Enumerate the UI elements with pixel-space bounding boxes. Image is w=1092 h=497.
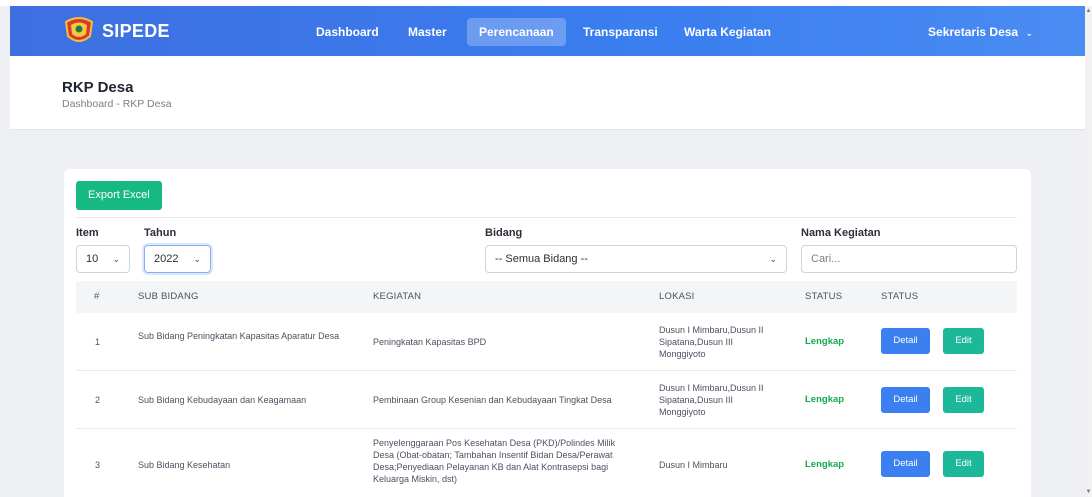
chevron-down-icon: ⌄ xyxy=(769,254,777,264)
row-sub-bidang: Sub Bidang Kesehatan xyxy=(138,460,231,470)
page-header: RKP Desa Dashboard - RKP Desa xyxy=(10,56,1085,130)
vertical-scrollbar[interactable]: ▲ ▼ xyxy=(1085,6,1092,497)
bidang-label: Bidang xyxy=(485,227,523,239)
row-number: 2 xyxy=(95,395,101,405)
nav-dashboard[interactable]: Dashboard xyxy=(304,18,391,46)
brand[interactable]: SIPEDE xyxy=(62,16,170,46)
nav-master[interactable]: Master xyxy=(396,18,459,46)
row-sub-bidang: Sub Bidang Peningkatan Kapasitas Aparatu… xyxy=(138,331,340,341)
search-input[interactable]: Cari... xyxy=(801,245,1017,273)
brand-name: SIPEDE xyxy=(102,20,170,41)
edit-button[interactable]: Edit xyxy=(943,328,984,354)
detail-button[interactable]: Detail xyxy=(881,451,930,477)
export-excel-button[interactable]: Export Excel xyxy=(76,181,162,210)
detail-button[interactable]: Detail xyxy=(881,387,930,413)
status-badge: Lengkap xyxy=(805,336,845,347)
row-number: 1 xyxy=(95,337,101,347)
detail-button[interactable]: Detail xyxy=(881,328,930,354)
bidang-select[interactable]: -- Semua Bidang -- ⌄ xyxy=(485,245,787,273)
table-row: 3 Sub Bidang Kesehatan Penyelenggaraan P… xyxy=(76,429,1017,497)
tahun-label: Tahun xyxy=(144,227,177,239)
table-header: # SUB BIDANG KEGIATAN LOKASI STATUS STAT… xyxy=(76,281,1017,313)
row-lokasi: Dusun I Mimbaru xyxy=(659,460,728,470)
col-kegiatan: KEGIATAN xyxy=(373,291,422,302)
chevron-down-icon: ⌄ xyxy=(1025,28,1033,38)
table-row: 1 Sub Bidang Peningkatan Kapasitas Apara… xyxy=(76,313,1017,371)
emblem-icon xyxy=(62,16,96,46)
row-kegiatan: Pembinaan Group Kesenian dan Kebudayaan … xyxy=(373,395,612,405)
status-badge: Lengkap xyxy=(805,459,845,470)
nav-transparansi[interactable]: Transparansi xyxy=(571,18,670,46)
chevron-down-icon: ⌄ xyxy=(112,254,120,264)
content-card: Export Excel Item 10 ⌄ Tahun 2022 ⌄ Bida… xyxy=(64,169,1031,497)
row-lokasi: Dusun I Mimbaru,Dusun II Sipatana,Dusun … xyxy=(659,383,764,417)
status-badge: Lengkap xyxy=(805,394,845,405)
chevron-down-icon: ⌄ xyxy=(193,254,201,264)
row-lokasi: Dusun I Mimbaru,Dusun II Sipatana,Dusun … xyxy=(659,325,764,359)
col-number: # xyxy=(94,291,100,302)
scroll-down-icon[interactable]: ▼ xyxy=(1085,489,1092,495)
tahun-select[interactable]: 2022 ⌄ xyxy=(144,245,211,273)
page-title: RKP Desa xyxy=(62,79,134,96)
col-sub-bidang: SUB BIDANG xyxy=(138,291,199,302)
nama-kegiatan-label: Nama Kegiatan xyxy=(801,227,881,239)
edit-button[interactable]: Edit xyxy=(943,387,984,413)
breadcrumb: Dashboard - RKP Desa xyxy=(62,98,172,110)
scroll-up-icon[interactable]: ▲ xyxy=(1085,8,1092,14)
item-select-value: 10 xyxy=(86,253,99,265)
item-label: Item xyxy=(76,227,99,239)
edit-button[interactable]: Edit xyxy=(943,451,984,477)
row-number: 3 xyxy=(95,460,101,470)
navbar: SIPEDE Dashboard Master Perencanaan Tran… xyxy=(10,6,1085,56)
nav-warta-kegiatan[interactable]: Warta Kegiatan xyxy=(672,18,783,46)
row-kegiatan: Peningkatan Kapasitas BPD xyxy=(373,337,487,347)
bidang-select-value: -- Semua Bidang -- xyxy=(495,253,588,265)
tahun-select-value: 2022 xyxy=(154,253,179,265)
user-name: Sekretaris Desa xyxy=(928,25,1019,39)
col-aksi: STATUS xyxy=(881,291,919,302)
row-kegiatan: Penyelenggaraan Pos Kesehatan Desa (PKD)… xyxy=(373,438,616,484)
col-status: STATUS xyxy=(805,291,843,302)
row-sub-bidang: Sub Bidang Kebudayaan dan Keagamaan xyxy=(138,395,307,405)
user-menu[interactable]: Sekretaris Desa ⌄ xyxy=(928,18,1033,46)
col-lokasi: LOKASI xyxy=(659,291,695,302)
divider xyxy=(76,217,1017,218)
nav-perencanaan[interactable]: Perencanaan xyxy=(467,18,566,46)
item-select[interactable]: 10 ⌄ xyxy=(76,245,130,273)
table-row: 2 Sub Bidang Kebudayaan dan Keagamaan Pe… xyxy=(76,371,1017,429)
page: SIPEDE Dashboard Master Perencanaan Tran… xyxy=(0,0,1092,497)
